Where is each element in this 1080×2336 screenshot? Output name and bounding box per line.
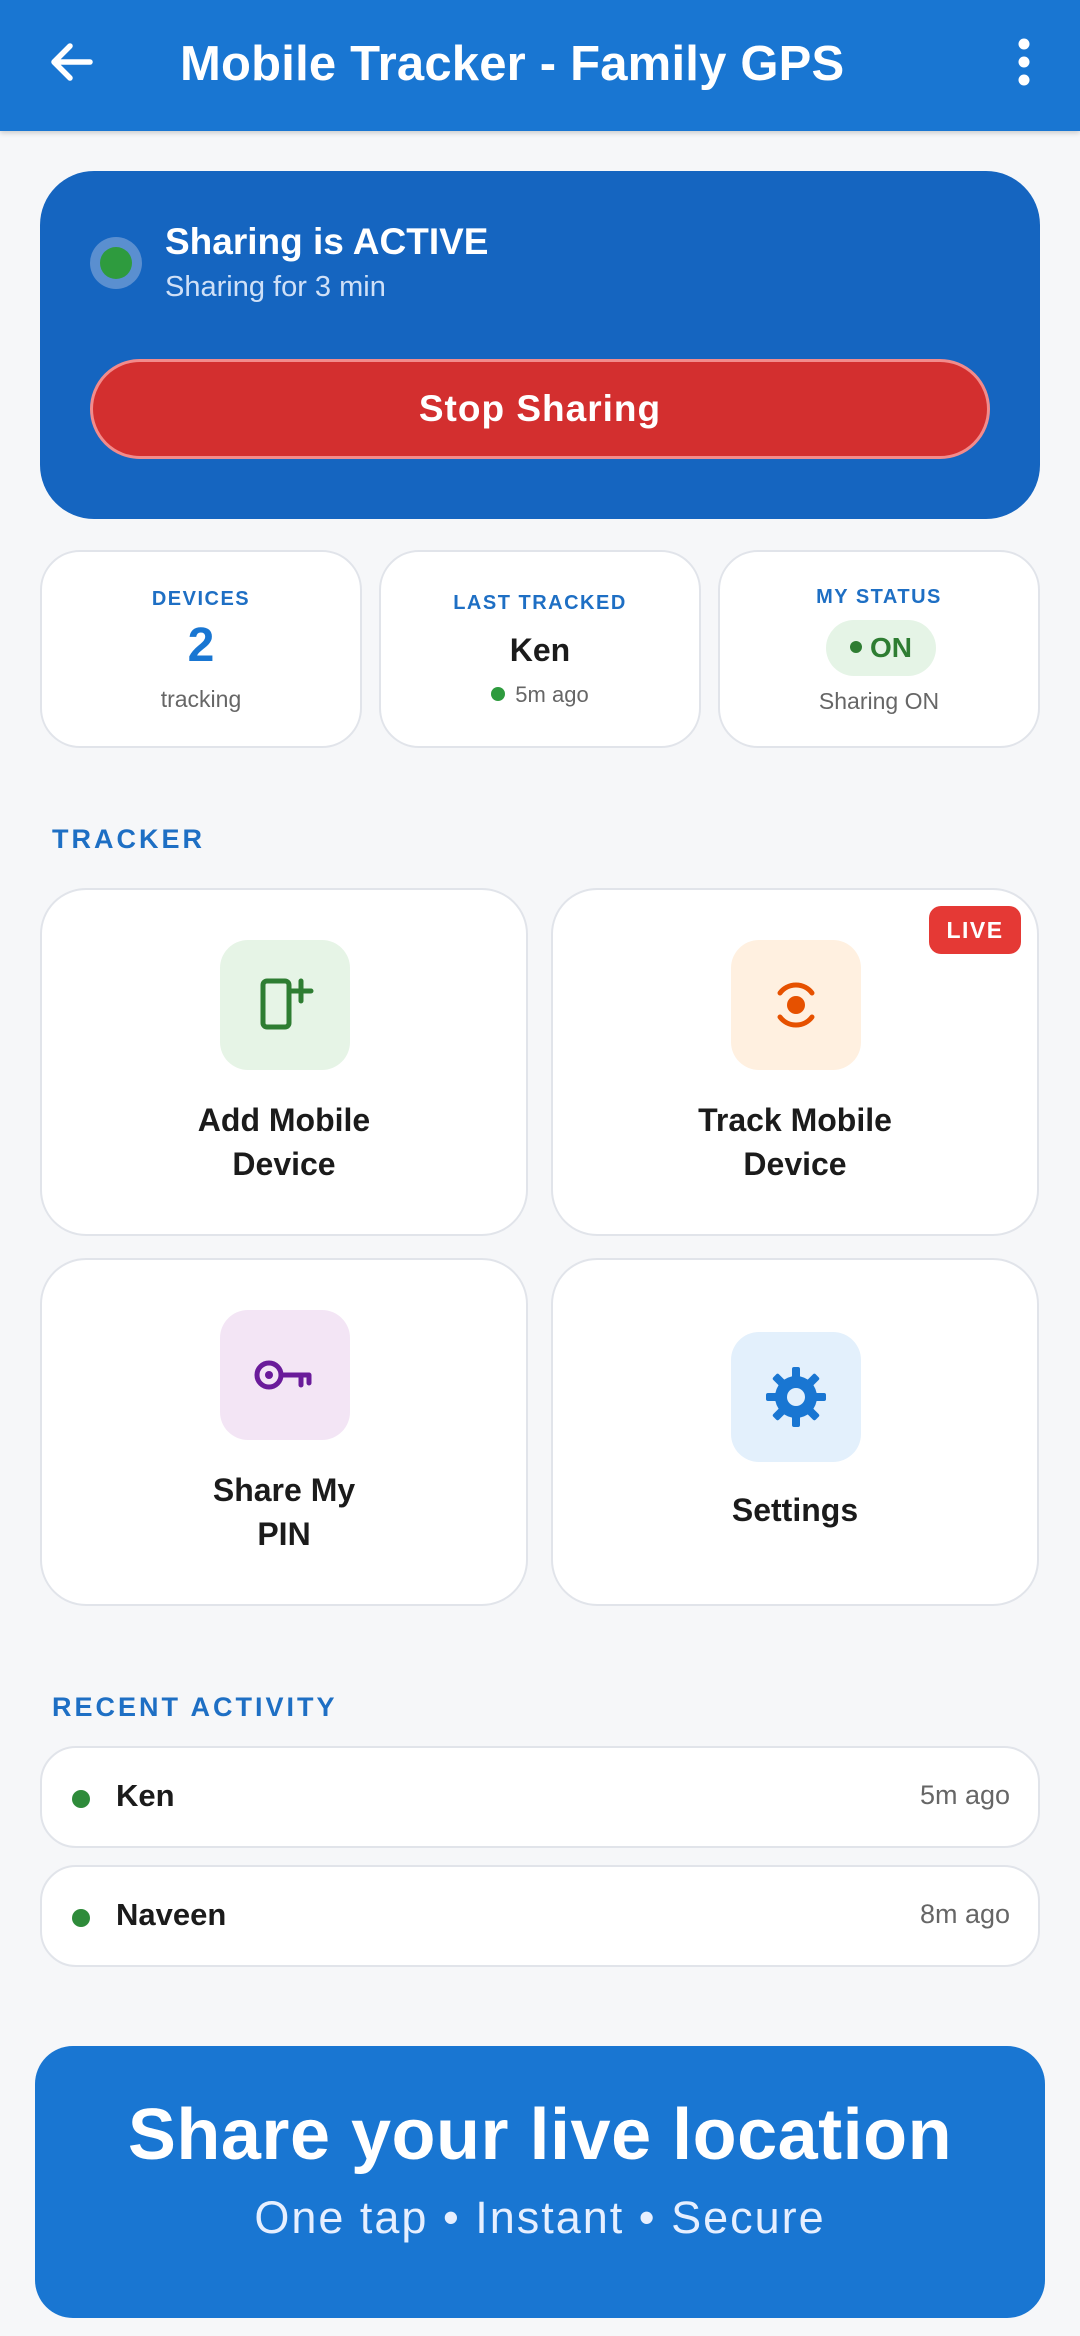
gear-icon [731, 1332, 861, 1462]
devices-count: 2 [187, 619, 215, 672]
activity-name: Ken [116, 1778, 175, 1813]
online-dot-icon [72, 1790, 90, 1808]
tile-label: Settings [731, 1492, 859, 1528]
my-status-sub: Sharing ON [818, 688, 940, 714]
last-tracked-stat-card[interactable]: LAST TRACKED Ken 5m ago [379, 550, 701, 748]
tile-label: Track Mobile Device [698, 1102, 892, 1182]
target-tracking-icon [731, 940, 861, 1070]
add-device-icon [220, 940, 350, 1070]
stop-sharing-button[interactable]: Stop Sharing [90, 359, 990, 459]
online-dot-icon [72, 1909, 90, 1927]
devices-label: DEVICES [151, 588, 251, 610]
track-mobile-device-tile[interactable]: LIVE Track Mobile Device [551, 888, 1039, 1236]
app-title: Mobile Tracker - Family GPS [180, 37, 845, 91]
online-dot-icon [491, 687, 506, 701]
sharing-status-card: Sharing is ACTIVE Sharing for 3 min Stop… [40, 171, 1040, 519]
sharing-indicator-icon [90, 237, 142, 289]
sharing-status-title: Sharing is ACTIVE [165, 221, 489, 262]
list-item[interactable]: Ken 5m ago [40, 1746, 1040, 1848]
list-item[interactable]: Naveen 8m ago [40, 1865, 1040, 1967]
activity-time: 5m ago [919, 1780, 1010, 1810]
banner-subtitle: One tap • Instant • Secure [254, 2192, 826, 2243]
my-status-stat-card[interactable]: MY STATUS ON Sharing ON [718, 550, 1040, 748]
settings-tile[interactable]: Settings [551, 1258, 1039, 1606]
key-icon [220, 1310, 350, 1440]
my-status-label: MY STATUS [816, 586, 942, 608]
app-bar: Mobile Tracker - Family GPS [0, 0, 1080, 131]
banner-title: Share your live location [127, 2095, 953, 2175]
more-vertical-icon[interactable] [1006, 36, 1042, 92]
tile-label: Add Mobile Device [197, 1102, 371, 1182]
activity-time: 8m ago [919, 1899, 1010, 1929]
devices-sub: tracking [160, 686, 242, 712]
sharing-duration: Sharing for 3 min [165, 271, 386, 303]
tracker-section-title: TRACKER [52, 824, 205, 854]
arrow-left-icon[interactable] [42, 32, 102, 92]
last-tracked-label: LAST TRACKED [453, 592, 627, 614]
share-my-pin-tile[interactable]: Share My PIN [40, 1258, 528, 1606]
activity-name: Naveen [116, 1897, 227, 1932]
promo-banner[interactable]: Share your live location One tap • Insta… [35, 2046, 1045, 2318]
live-badge: LIVE [929, 906, 1021, 954]
devices-stat-card[interactable]: DEVICES 2 tracking [40, 550, 362, 748]
online-dot-icon [850, 641, 862, 653]
tile-label: Share My PIN [212, 1472, 356, 1552]
last-tracked-name: Ken [509, 632, 571, 668]
recent-activity-section-title: RECENT ACTIVITY [52, 1692, 338, 1722]
add-mobile-device-tile[interactable]: Add Mobile Device [40, 888, 528, 1236]
last-tracked-time: 5m ago [381, 682, 699, 708]
status-badge: ON [826, 620, 936, 676]
